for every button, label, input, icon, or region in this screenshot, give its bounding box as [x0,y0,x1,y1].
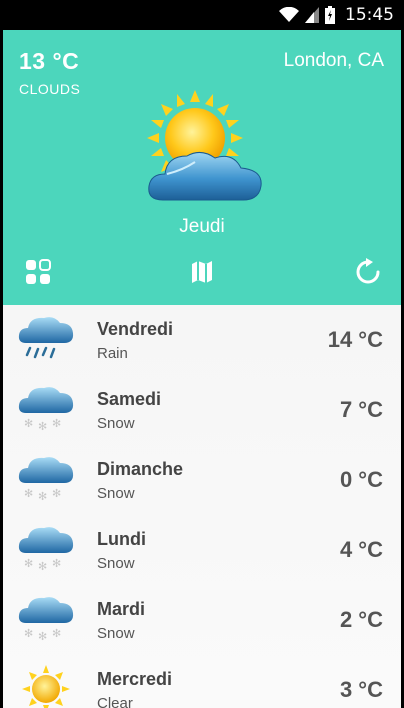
map-icon[interactable] [188,258,216,286]
forecast-temperature: 3 °C [339,677,383,702]
list-item[interactable]: ✻ ✻ ✻ Dimanche Snow 0 °C [3,445,401,515]
forecast-temperature: 14 °C [327,327,383,352]
forecast-condition: Snow [97,625,135,642]
current-day: Jeudi [179,216,225,237]
snow-cloud-icon: ✻ ✻ ✻ [18,597,74,643]
sun-icon [22,665,70,708]
sun-cloud-icon [147,90,262,201]
city-name[interactable]: London, CA [284,50,384,72]
forecast-condition: Rain [97,345,128,362]
svg-text:✻: ✻ [52,487,61,500]
status-bar: 15:45 [0,0,404,30]
svg-text:✻: ✻ [38,490,47,503]
forecast-condition: Snow [97,415,135,432]
forecast-temperature: 0 °C [339,467,383,492]
snow-cloud-icon: ✻ ✻ ✻ [18,387,74,433]
forecast-temperature: 7 °C [339,397,383,422]
refresh-icon[interactable] [354,258,382,286]
wifi-icon [279,7,299,22]
svg-text:✻: ✻ [24,417,33,430]
weather-app: 13 °C CLOUDS London, CA Jeudi Vendredi R… [3,30,401,708]
list-item[interactable]: ✻ ✻ ✻ Samedi Snow 7 °C [3,375,401,445]
svg-text:✻: ✻ [24,627,33,640]
signal-icon [305,7,319,23]
rain-cloud-icon [18,317,74,359]
current-condition: CLOUDS [19,81,81,97]
forecast-temperature: 2 °C [339,607,383,632]
forecast-day: Dimanche [97,459,184,479]
svg-text:✻: ✻ [38,560,47,573]
snow-cloud-icon: ✻ ✻ ✻ [18,457,74,503]
battery-icon [325,6,335,24]
svg-text:✻: ✻ [38,630,47,643]
forecast-day: Samedi [97,389,162,409]
list-item[interactable]: Mercredi Clear 3 °C [3,655,401,708]
svg-text:✻: ✻ [52,557,61,570]
list-item[interactable]: ✻ ✻ ✻ Mardi Snow 2 °C [3,585,401,655]
forecast-temperature: 4 °C [339,537,383,562]
list-item[interactable]: Vendredi Rain 14 °C [3,305,401,375]
status-time: 15:45 [345,5,394,25]
svg-text:✻: ✻ [38,420,47,433]
list-item[interactable]: ✻ ✻ ✻ Lundi Snow 4 °C [3,515,401,585]
svg-text:✻: ✻ [24,557,33,570]
forecast-list: Vendredi Rain 14 °C ✻ ✻ ✻ Samedi Snow 7 °C [3,305,401,708]
svg-text:✻: ✻ [52,627,61,640]
current-temperature: 13 °C [19,48,80,74]
current-weather-header: 13 °C CLOUDS London, CA Jeudi [3,30,401,305]
forecast-day: Mercredi [97,669,173,689]
forecast-day: Lundi [97,529,146,549]
svg-text:✻: ✻ [52,417,61,430]
svg-text:✻: ✻ [24,487,33,500]
grid-menu-icon[interactable] [24,258,52,286]
snow-cloud-icon: ✻ ✻ ✻ [18,527,74,573]
forecast-condition: Snow [97,555,135,572]
forecast-condition: Snow [97,485,135,502]
forecast-day: Mardi [97,599,146,619]
forecast-condition: Clear [97,695,133,708]
forecast-day: Vendredi [97,319,174,339]
